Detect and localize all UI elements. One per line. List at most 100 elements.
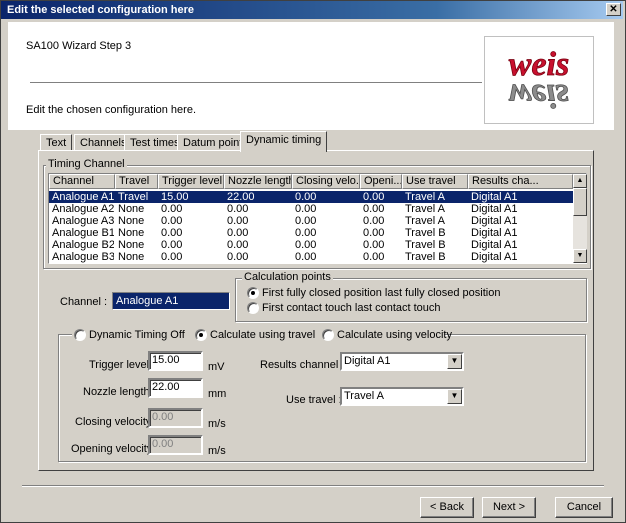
table-cell: None [118, 203, 145, 215]
table-cell: 0.00 [161, 215, 183, 227]
tab-dynamic-timing[interactable]: Dynamic timing [240, 131, 328, 152]
list-scrollbar[interactable]: ▲ ▼ [573, 174, 587, 263]
tab-text-label: Text [46, 137, 67, 149]
table-cell: 0.00 [363, 239, 385, 251]
use-travel-value: Travel A [344, 390, 384, 402]
close-button[interactable]: ✕ [606, 3, 621, 16]
results-channel-label: Results channel : [260, 359, 345, 371]
table-cell: 0.00 [363, 203, 385, 215]
table-cell: 0.00 [227, 215, 249, 227]
table-row[interactable]: Analogue A1 Travel 15.00 22.00 0.00 0.00 Trave… [49, 191, 573, 203]
title-bar: Edit the selected configuration here [1, 1, 623, 19]
table-cell: 0.00 [161, 251, 183, 263]
calc-points-first-fully-closed-label[interactable]: First fully closed position last fully c… [262, 287, 500, 299]
use-travel-label: Use travel : [286, 394, 342, 406]
calculation-points-group [235, 278, 587, 322]
table-cell: None [118, 251, 145, 263]
trigger-level-label: Trigger level : [89, 359, 156, 371]
table-cell: Travel A [405, 203, 445, 215]
table-cell: Digital A1 [471, 251, 518, 263]
table-cell: Analogue B2 [52, 239, 114, 251]
table-row[interactable]: Analogue B2 None 0.00 0.00 0.00 0.00 Travel B D… [49, 239, 573, 251]
table-cell: Analogue A3 [52, 215, 114, 227]
nozzle-length-input[interactable]: 22.00 [148, 378, 203, 398]
column-header-closing-velocity[interactable]: Closing velo... [292, 174, 360, 189]
table-cell: Travel A [405, 191, 445, 203]
trigger-level-input[interactable]: 15.00 [148, 351, 203, 371]
table-cell: Travel [118, 191, 149, 203]
table-cell: 0.00 [295, 215, 317, 227]
table-cell: 0.00 [295, 227, 317, 239]
nozzle-length-unit: mm [208, 388, 227, 400]
chevron-down-icon[interactable]: ▼ [447, 354, 462, 369]
table-cell: Digital A1 [471, 227, 518, 239]
table-row[interactable]: Analogue B1 None 0.00 0.00 0.00 0.00 Travel B D… [49, 227, 573, 239]
table-cell: Analogue B3 [52, 251, 114, 263]
table-cell: Digital A1 [471, 203, 518, 215]
opening-velocity-input[interactable]: 0.00 [148, 435, 203, 455]
column-header-travel[interactable]: Travel [115, 174, 158, 189]
footer-divider [22, 485, 604, 487]
scroll-thumb[interactable] [573, 188, 587, 216]
column-header-use-travel[interactable]: Use travel [402, 174, 468, 189]
channel-value-field[interactable]: Analogue A1 [112, 292, 230, 310]
arrow-down-icon: ▼ [576, 252, 584, 259]
closing-velocity-unit: m/s [208, 418, 226, 430]
table-cell: 22.00 [227, 191, 255, 203]
description-text: Edit the chosen configuration here. [26, 104, 197, 116]
calculation-points-legend: Calculation points [242, 271, 333, 283]
next-button[interactable]: Next > [482, 497, 536, 518]
column-header-nozzle-length[interactable]: Nozzle length [224, 174, 292, 189]
calc-points-first-contact-radio[interactable] [247, 302, 259, 314]
table-row[interactable]: Analogue A3 None 0.00 0.00 0.00 0.00 Travel A D… [49, 215, 573, 227]
mode-calculate-velocity-label[interactable]: Calculate using velocity [337, 329, 452, 341]
use-travel-select[interactable]: Travel A ▼ [340, 387, 464, 406]
column-header-opening-velocity[interactable]: Openi... [360, 174, 402, 189]
mode-dynamic-timing-off-radio[interactable] [74, 329, 86, 341]
calc-points-first-fully-closed-radio[interactable] [247, 287, 259, 299]
chevron-down-icon[interactable]: ▼ [447, 389, 462, 404]
table-cell: None [118, 215, 145, 227]
table-cell: 0.00 [227, 239, 249, 251]
table-row[interactable]: Analogue B3 None 0.00 0.00 0.00 0.00 Travel B D… [49, 251, 573, 263]
table-cell: 0.00 [161, 239, 183, 251]
column-header-results-channel[interactable]: Results cha... [468, 174, 573, 189]
table-cell: 0.00 [295, 191, 317, 203]
tab-channels-label: Channels [80, 137, 127, 149]
table-cell: Analogue B1 [52, 227, 114, 239]
table-cell: 0.00 [161, 203, 183, 215]
mode-dynamic-timing-off-label[interactable]: Dynamic Timing Off [89, 329, 185, 341]
cancel-button[interactable]: Cancel [555, 497, 613, 518]
closing-velocity-input[interactable]: 0.00 [148, 408, 203, 428]
mode-calculate-velocity-radio[interactable] [322, 329, 334, 341]
weiss-logo: weis weis [484, 36, 594, 124]
mode-calculate-travel-label[interactable]: Calculate using travel [210, 329, 315, 341]
tab-datum-points-label: Datum points [183, 137, 248, 149]
table-cell: 0.00 [227, 251, 249, 263]
column-header-trigger-level[interactable]: Trigger level [158, 174, 224, 189]
back-button[interactable]: < Back [420, 497, 474, 518]
wizard-step-title: SA100 Wizard Step 3 [26, 40, 132, 52]
close-icon: ✕ [609, 4, 618, 15]
table-cell: Digital A1 [471, 239, 518, 251]
timing-channel-list[interactable]: Channel Travel Trigger level Nozzle leng… [48, 173, 587, 264]
scroll-down-button[interactable]: ▼ [573, 249, 587, 263]
table-cell: 0.00 [295, 251, 317, 263]
table-row[interactable]: Analogue A2 None 0.00 0.00 0.00 0.00 Travel A D… [49, 203, 573, 215]
table-cell: Travel A [405, 215, 445, 227]
mode-calculate-travel-radio[interactable] [195, 329, 207, 341]
table-cell: Analogue A2 [52, 203, 114, 215]
table-cell: Digital A1 [471, 215, 518, 227]
results-channel-select[interactable]: Digital A1 ▼ [340, 352, 464, 371]
calc-points-first-contact-label[interactable]: First contact touch last contact touch [262, 302, 441, 314]
table-cell: 0.00 [295, 203, 317, 215]
column-header-channel[interactable]: Channel [49, 174, 115, 189]
table-cell: 15.00 [161, 191, 189, 203]
scroll-up-button[interactable]: ▲ [573, 174, 587, 188]
table-cell: Travel B [405, 239, 446, 251]
arrow-up-icon: ▲ [576, 177, 584, 184]
opening-velocity-label: Opening velocity : [71, 443, 159, 455]
table-cell: None [118, 239, 145, 251]
channel-label: Channel : [60, 296, 108, 308]
table-cell: Travel B [405, 251, 446, 263]
